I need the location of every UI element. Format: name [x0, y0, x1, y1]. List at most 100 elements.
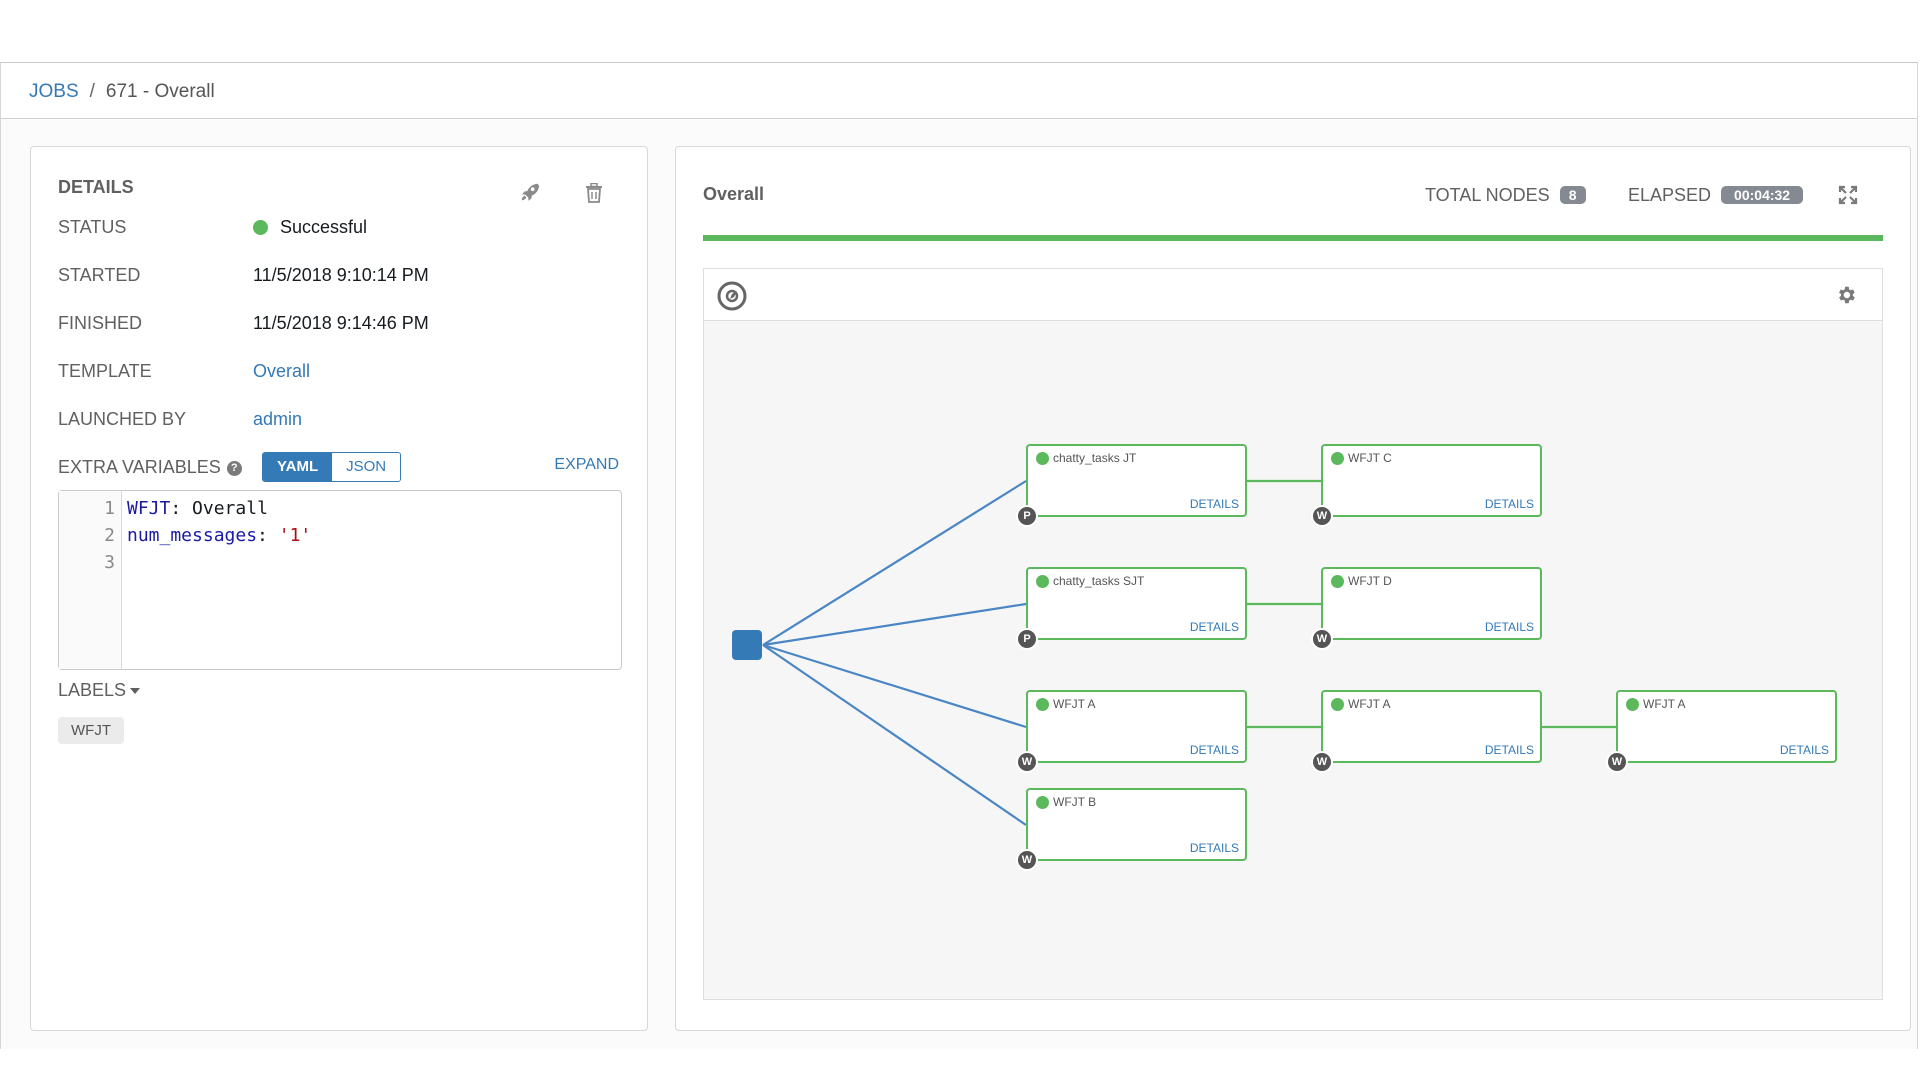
- template-label: TEMPLATE: [58, 361, 152, 381]
- label-chip: WFJT: [58, 717, 124, 744]
- link-root-node4: [762, 643, 1027, 729]
- workflow-graph: chatty_tasks JT DETAILS P WFJT C DETAILS…: [703, 268, 1883, 1000]
- help-icon[interactable]: ?: [226, 460, 242, 476]
- node-details-link[interactable]: DETAILS: [1485, 743, 1534, 757]
- elapsed-label: ELAPSED: [1628, 185, 1712, 205]
- total-nodes: TOTAL NODES 8: [1425, 185, 1586, 206]
- code-key: WFJT: [127, 498, 171, 519]
- finished-value: 11/5/2018 9:14:46 PM: [253, 313, 429, 333]
- node-details-link[interactable]: DETAILS: [1485, 620, 1534, 634]
- line-number: 3: [104, 552, 115, 573]
- elapsed: ELAPSED 00:04:32: [1628, 185, 1804, 206]
- compass-icon[interactable]: [716, 280, 748, 317]
- node-type-badge: P: [1016, 505, 1038, 527]
- details-title: DETAILS: [58, 177, 134, 197]
- workflow-node[interactable]: WFJT B DETAILS W: [1016, 788, 1247, 871]
- workflow-graph-panel: Overall TOTAL NODES 8 ELAPSED 00:04:32 c…: [675, 146, 1911, 1031]
- workflow-node[interactable]: WFJT A DETAILS W: [1606, 690, 1837, 773]
- success-status-icon: [1036, 796, 1049, 809]
- app-frame: JOBS / 671 - Overall DETAILS STATUS Succes…: [0, 62, 1918, 1049]
- trash-icon[interactable]: [585, 182, 603, 208]
- node-type-badge: W: [1311, 628, 1333, 650]
- node-details-link[interactable]: DETAILS: [1190, 620, 1239, 634]
- node-details-link[interactable]: DETAILS: [1485, 497, 1534, 511]
- breadcrumb-jobs-link[interactable]: JOBS: [29, 81, 79, 102]
- breadcrumb-current: 671 - Overall: [105, 81, 215, 102]
- graph-canvas: chatty_tasks JT DETAILS P WFJT C DETAILS…: [704, 321, 1882, 999]
- started-label: STARTED: [58, 265, 141, 285]
- elapsed-badge: 00:04:32: [1721, 186, 1804, 204]
- labels-title: LABELS: [58, 680, 127, 700]
- code-value: '1': [278, 525, 312, 546]
- code-separator: :: [170, 498, 193, 519]
- launched-by-label: LAUNCHED BY: [58, 409, 187, 429]
- workflow-node[interactable]: chatty_tasks SJT DETAILS P: [1016, 567, 1247, 650]
- format-toggle: YAML JSON: [262, 452, 402, 482]
- node-details-link[interactable]: DETAILS: [1190, 497, 1239, 511]
- success-status-icon: [1036, 698, 1049, 711]
- fullscreen-icon[interactable]: [1838, 185, 1858, 210]
- node-type-badge: W: [1016, 849, 1038, 871]
- node-name: WFJT A: [1643, 697, 1686, 711]
- node-type-badge: P: [1016, 628, 1038, 650]
- progress-bar: [703, 235, 1883, 241]
- line-number-gutter: 1 2 3: [59, 491, 122, 669]
- workflow-node[interactable]: WFJT D DETAILS W: [1311, 567, 1542, 650]
- node-name: WFJT A: [1053, 697, 1096, 711]
- workflow-node[interactable]: WFJT A DETAILS W: [1311, 690, 1542, 773]
- extra-variables-editor[interactable]: 1 2 3 WFJT: Overall num_messages: '1': [58, 490, 622, 670]
- finished-label: FINISHED: [58, 313, 143, 333]
- link-root-node2: [762, 602, 1027, 647]
- total-nodes-badge: 8: [1559, 186, 1586, 204]
- labels-toggle[interactable]: LABELS: [58, 680, 141, 701]
- node-name: chatty_tasks JT: [1053, 451, 1137, 465]
- node-name: chatty_tasks SJT: [1053, 574, 1145, 588]
- workflow-node[interactable]: chatty_tasks JT DETAILS P: [1016, 444, 1247, 527]
- node-name: WFJT C: [1348, 451, 1392, 465]
- json-toggle-button[interactable]: JSON: [332, 453, 401, 481]
- node-details-link[interactable]: DETAILS: [1190, 743, 1239, 757]
- node-type-badge: W: [1311, 505, 1333, 527]
- workflow-node[interactable]: WFJT C DETAILS W: [1311, 444, 1542, 527]
- total-nodes-label: TOTAL NODES: [1425, 185, 1550, 205]
- node-name: WFJT B: [1053, 795, 1097, 809]
- success-status-icon: [1036, 575, 1049, 588]
- expand-link[interactable]: EXPAND: [554, 456, 619, 474]
- workflow-start-node[interactable]: [732, 630, 762, 660]
- code-key: num_messages: [127, 525, 258, 546]
- line-number: 2: [104, 525, 115, 546]
- template-link[interactable]: Overall: [253, 361, 310, 382]
- breadcrumb: JOBS / 671 - Overall: [29, 81, 215, 103]
- graph-links: [762, 479, 1616, 826]
- node-details-link[interactable]: DETAILS: [1780, 743, 1829, 757]
- success-status-icon: [1331, 698, 1344, 711]
- node-name: WFJT D: [1348, 574, 1392, 588]
- caret-down-icon: [130, 688, 141, 695]
- workflow-node[interactable]: WFJT A DETAILS W: [1016, 690, 1247, 773]
- graph-toolbar: [704, 269, 1882, 321]
- code-separator: :: [257, 525, 279, 546]
- gear-icon[interactable]: [1835, 284, 1857, 311]
- breadcrumb-separator: /: [89, 81, 95, 102]
- link-root-node7: [762, 644, 1027, 826]
- status-value: Successful: [280, 217, 368, 237]
- success-status-icon: [1331, 575, 1344, 588]
- graph-title: Overall: [703, 184, 765, 204]
- started-value: 11/5/2018 9:10:14 PM: [253, 265, 429, 285]
- status-success-icon: [253, 220, 268, 235]
- line-number: 1: [104, 498, 115, 519]
- code-line-1: WFJT: Overall: [127, 498, 268, 519]
- node-details-link[interactable]: DETAILS: [1190, 841, 1239, 855]
- status-label: STATUS: [58, 217, 127, 237]
- extra-variables-label: EXTRA VARIABLES?: [58, 457, 242, 478]
- details-panel: DETAILS STATUS Successful STARTED 11/5/2…: [30, 146, 648, 1031]
- extra-variables-text: EXTRA VARIABLES: [58, 457, 221, 477]
- breadcrumb-bar: JOBS / 671 - Overall: [1, 63, 1917, 119]
- rocket-icon[interactable]: [519, 181, 541, 208]
- success-status-icon: [1331, 452, 1344, 465]
- node-type-badge: W: [1016, 751, 1038, 773]
- yaml-toggle-button[interactable]: YAML: [263, 453, 333, 481]
- success-status-icon: [1626, 698, 1639, 711]
- node-type-badge: W: [1311, 751, 1333, 773]
- launched-by-link[interactable]: admin: [253, 409, 302, 430]
